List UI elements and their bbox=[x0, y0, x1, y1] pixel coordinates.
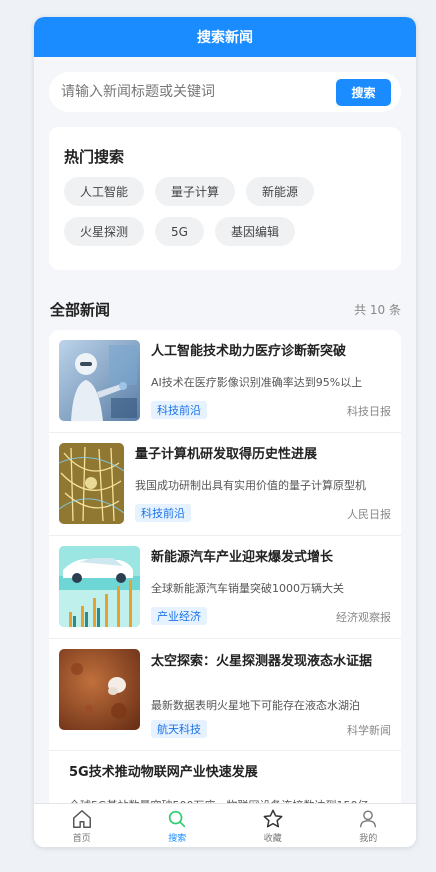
news-source: 科学新闻 bbox=[347, 724, 391, 737]
news-tag: 产业经济 bbox=[151, 607, 207, 625]
news-item[interactable]: 太空探索：火星探测器发现液态水证据 最新数据表明火星地下可能存在液态水湖泊 航天… bbox=[49, 639, 401, 751]
bottom-tab-bar: 首页 搜索 收藏 我的 bbox=[34, 803, 416, 847]
news-item[interactable]: 人工智能技术助力医疗诊断新突破 AI技术在医疗影像识别准确率达到95%以上 科技… bbox=[49, 330, 401, 433]
search-icon bbox=[169, 810, 186, 827]
tab-profile[interactable]: 我的 bbox=[338, 808, 398, 844]
news-list: 人工智能技术助力医疗诊断新突破 AI技术在医疗影像识别准确率达到95%以上 科技… bbox=[49, 330, 401, 820]
hot-search-title: 热门搜索 bbox=[64, 148, 125, 166]
header-bar: 搜索新闻 bbox=[34, 17, 416, 57]
news-tag: 航天科技 bbox=[151, 720, 207, 738]
tab-search[interactable]: 搜索 bbox=[147, 808, 207, 844]
hot-tag-5g[interactable]: 5G bbox=[155, 217, 204, 246]
hot-tag-new-energy[interactable]: 新能源 bbox=[246, 177, 315, 206]
search-button[interactable]: 搜索 bbox=[336, 78, 391, 106]
news-title: 太空探索：火星探测器发现液态水证据 bbox=[151, 654, 373, 669]
news-title: 量子计算机研发取得历史性进展 bbox=[135, 447, 318, 462]
all-news-header: 全部新闻 共 10 条 bbox=[50, 299, 401, 320]
tab-label: 收藏 bbox=[263, 833, 282, 844]
hot-tag-quantum[interactable]: 量子计算 bbox=[155, 177, 236, 206]
hot-tag-gene-editing[interactable]: 基因编辑 bbox=[214, 217, 295, 246]
app-screen: 搜索新闻 搜索 热门搜索 人工智能 量子计算 新能源 火星探测 5G 基因编辑 … bbox=[34, 17, 416, 847]
news-source: 科技日报 bbox=[347, 405, 391, 418]
news-count: 共 10 条 bbox=[354, 303, 401, 317]
star-icon bbox=[263, 809, 283, 827]
tab-favorites[interactable]: 收藏 bbox=[243, 808, 303, 844]
news-title: 人工智能技术助力医疗诊断新突破 bbox=[151, 344, 347, 359]
home-icon bbox=[72, 809, 91, 828]
hot-search-card: 热门搜索 人工智能 量子计算 新能源 火星探测 5G 基因编辑 bbox=[49, 127, 401, 270]
robot-image bbox=[59, 340, 140, 421]
news-summary: 最新数据表明火星地下可能存在液态水湖泊 bbox=[151, 699, 360, 712]
tab-label: 搜索 bbox=[168, 833, 187, 844]
news-tag: 科技前沿 bbox=[151, 401, 207, 419]
mars-image bbox=[59, 649, 140, 730]
news-source: 人民日报 bbox=[347, 508, 391, 521]
news-summary: 我国成功研制出具有实用价值的量子计算原型机 bbox=[135, 479, 366, 492]
hot-tag-mars[interactable]: 火星探测 bbox=[64, 217, 145, 246]
tab-label: 首页 bbox=[72, 833, 91, 844]
news-title: 5G技术推动物联网产业快速发展 bbox=[69, 765, 258, 780]
ev-image bbox=[59, 546, 140, 627]
news-summary: 全球新能源汽车销量突破1000万辆大关 bbox=[151, 582, 344, 595]
user-icon bbox=[360, 810, 377, 827]
hot-search-tags: 人工智能 量子计算 新能源 火星探测 5G 基因编辑 bbox=[64, 177, 386, 257]
news-item[interactable]: 新能源汽车产业迎来爆发式增长 全球新能源汽车销量突破1000万辆大关 产业经济 … bbox=[49, 536, 401, 639]
news-summary: AI技术在医疗影像识别准确率达到95%以上 bbox=[151, 376, 363, 389]
news-source: 经济观察报 bbox=[336, 611, 391, 624]
page-title: 搜索新闻 bbox=[197, 30, 253, 46]
search-input[interactable] bbox=[61, 84, 336, 100]
quantum-image bbox=[59, 443, 124, 524]
search-bar: 搜索 bbox=[49, 72, 401, 112]
tab-label: 我的 bbox=[359, 833, 378, 844]
tab-home[interactable]: 首页 bbox=[52, 808, 112, 844]
hot-tag-ai[interactable]: 人工智能 bbox=[64, 177, 145, 206]
news-title: 新能源汽车产业迎来爆发式增长 bbox=[151, 550, 334, 565]
news-item[interactable]: 量子计算机研发取得历史性进展 我国成功研制出具有实用价值的量子计算原型机 科技前… bbox=[49, 433, 401, 536]
news-tag: 科技前沿 bbox=[135, 504, 191, 522]
all-news-title: 全部新闻 bbox=[50, 301, 111, 319]
